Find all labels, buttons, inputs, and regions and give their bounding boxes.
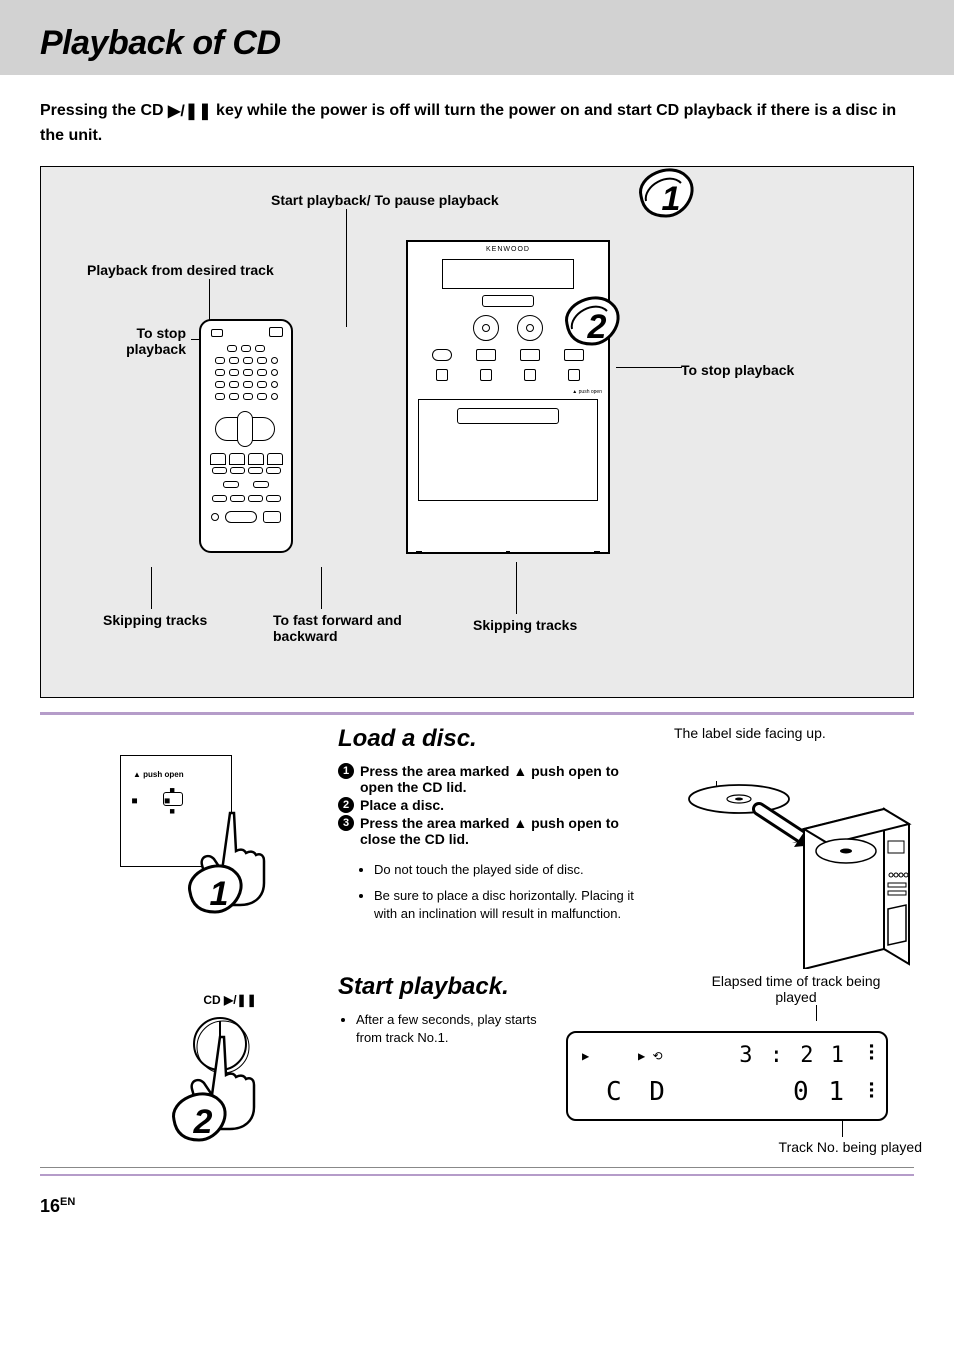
substep-num-2: 2 [338,797,354,813]
substep-1: Press the area marked ▲ push open to ope… [360,763,646,795]
lcd-track: 0 1 [793,1077,846,1107]
lcd-time: 3 : 2 1 [739,1043,846,1068]
step2-callout: 2 [177,1096,229,1148]
step2-note-1: After a few seconds, play starts from tr… [356,1011,548,1047]
label-stop-left: To stop playback [106,325,186,357]
step1-note-2: Be sure to place a disc horizontally. Pl… [374,887,646,923]
controls-diagram: Start playback/ To pause playback Playba… [40,166,914,698]
step2-heading: Start playback. [338,973,548,1001]
step2-notes: After a few seconds, play starts from tr… [338,1011,548,1047]
unit-illustration: KENWOOD push open [406,240,610,554]
step1-notes: Do not touch the played side of disc. Be… [348,861,646,924]
lcd-dots-2: ▪▪▪ [869,1081,874,1099]
label-ffrw: To fast forward and backward [273,612,413,644]
disc-into-unit-figure [664,769,914,969]
page-title: Playback of CD [40,24,914,63]
play-icon: ▶ [582,1049,589,1063]
label-side-up: The label side facing up. [674,725,914,741]
page-footer: 16EN [0,1176,954,1237]
step-1: push open ▪ ▪ ▪▪ 1 Load a disc. 1Press t… [0,715,954,969]
label-stop-right: To stop playback [681,362,794,378]
substep-3: Press the area marked ▲ push open to clo… [360,815,646,847]
page-lang: EN [60,1196,75,1208]
label-from-track: Playback from desired track [87,262,274,278]
callout-two: 2 [571,301,623,353]
push-open-label: push open [408,389,608,395]
substep-2: Place a disc. [360,797,444,813]
repeat-icon: ▶ ⟲ [638,1049,663,1063]
step1-callout: 1 [193,868,245,920]
remote-illustration [199,319,293,553]
label-start-pause: Start playback/ To pause playback [271,192,499,208]
step-2: CD ▶/❚❚ 2 Start playback. After a few se… [0,969,954,1155]
lcd-dots-1: ▪▪▪ [869,1043,874,1061]
substep-num-1: 1 [338,763,354,779]
brand-label: KENWOOD [408,246,608,253]
substep-num-3: 3 [338,815,354,831]
step1-heading: Load a disc. [338,725,646,753]
lcd-mode: C D [606,1077,671,1107]
track-no-label: Track No. being played [566,1139,922,1155]
label-skip-left: Skipping tracks [103,612,207,628]
callout-one: 1 [645,173,697,225]
footer-rule-thin [40,1167,914,1168]
label-skip-right: Skipping tracks [473,617,577,633]
elapsed-label: Elapsed time of track being played [706,973,886,1005]
step1-note-1: Do not touch the played side of disc. [374,861,646,879]
intro-text: Pressing the CD ▶/❚❚ key while the power… [0,75,954,156]
page-number: 16 [40,1196,60,1216]
intro-pre: Pressing the CD [40,102,168,119]
play-pause-icon: ▶/❚❚ [168,103,212,120]
lcd-display: ▶ ▶ ⟲ 3 : 2 1 ▪▪▪ C D 0 1 ▪▪▪ [566,1031,888,1121]
push-open-small-label: push open [133,770,184,779]
cd-button-label: CD ▶/❚❚ [140,993,320,1007]
